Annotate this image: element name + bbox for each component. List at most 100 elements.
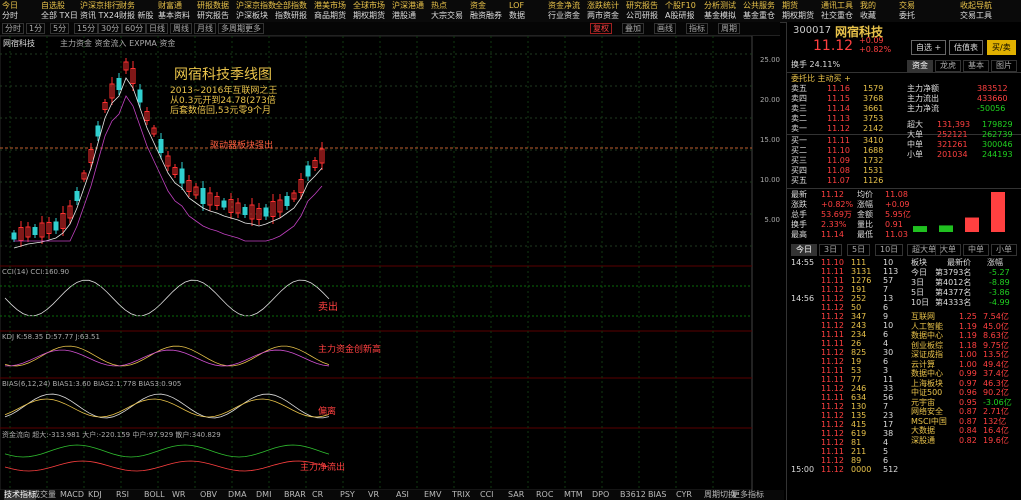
indicator-tab[interactable]: OBV xyxy=(200,490,217,500)
menu-item[interactable]: 沪深京指数 沪深板块 xyxy=(236,1,278,21)
sector-row[interactable]: 深证成指 1.00 13.5亿 xyxy=(787,350,1021,360)
period-tab[interactable]: 月线 xyxy=(194,23,216,34)
menu-item[interactable]: 研究报告 公司研报 xyxy=(626,1,668,21)
period-tab[interactable]: 5分 xyxy=(50,23,70,34)
menu-item[interactable]: 财务 财报 新股 xyxy=(119,1,161,21)
menu-item[interactable]: 今日 分时 xyxy=(2,1,44,21)
menu-item[interactable]: 我的 收藏 xyxy=(860,1,902,21)
chart-tool-button[interactable]: 周期 xyxy=(718,23,740,34)
sector-row[interactable]: MSCI中国 0.87 132亿 xyxy=(787,417,1021,427)
sector-row[interactable]: 大数据 0.84 16.4亿 xyxy=(787,426,1021,436)
add-watchlist-button[interactable]: 自选 + xyxy=(911,40,947,55)
period-tab[interactable]: 30分 xyxy=(98,23,123,34)
sector-row[interactable]: 数据中心 0.99 37.4亿 xyxy=(787,369,1021,379)
period-tab-right[interactable]: 3日 xyxy=(819,244,843,256)
indicator-tab[interactable]: MTM xyxy=(564,490,583,500)
indicator-tab[interactable]: RSI xyxy=(116,490,129,500)
indicator-tab[interactable]: CYR xyxy=(676,490,692,500)
indicator-tab[interactable]: DPO xyxy=(592,490,609,500)
sector-row[interactable]: 元宇宙 0.95 -3.06亿 xyxy=(787,398,1021,408)
bucket-tab[interactable]: 小单 xyxy=(991,244,1017,256)
chart-area[interactable]: 网宿科技 主力资金 资金流入 EXPMA 资金 网宿科技季线图 2013~201… xyxy=(0,36,784,490)
menu-item[interactable]: 沪深京排行 资讯 TX24 xyxy=(80,1,122,21)
chart-toolbar: 分时 1分 5分 15分 30分 60分 日线 周线 月线 多周期 更多 复权 叠加 画线 指标 周期 xyxy=(0,22,780,36)
period-tab[interactable]: 15分 xyxy=(74,23,99,34)
chart-tool-button[interactable]: 指标 xyxy=(686,23,708,34)
indicator-tab[interactable]: 更多指标 xyxy=(732,490,764,500)
indicator-tab[interactable]: CR xyxy=(312,490,323,500)
price-tick: 20.00 xyxy=(759,96,780,104)
sector-row[interactable]: 深股通 0.82 19.6亿 xyxy=(787,436,1021,446)
indicator-tab[interactable]: WR xyxy=(172,490,185,500)
valuation-button[interactable]: 估值表 xyxy=(949,40,983,55)
period-tab[interactable]: 更多 xyxy=(242,23,264,34)
period-tab-right[interactable]: 5日 xyxy=(847,244,871,256)
menu-item[interactable]: 分析测试 基金模拟 xyxy=(704,1,746,21)
indicator-tab[interactable]: EMV xyxy=(424,490,441,500)
sector-row[interactable]: 云计算 1.00 49.4亿 xyxy=(787,360,1021,370)
buy-level[interactable]: 买五 11.07 1126 xyxy=(787,176,1021,186)
menu-item[interactable]: 财富通 基本资料 xyxy=(158,1,200,21)
menu-item[interactable]: 资金净流 行业资金 xyxy=(548,1,590,21)
indicator-tab[interactable]: TRIX xyxy=(452,490,470,500)
period-tab[interactable]: 日线 xyxy=(146,23,168,34)
menu-item[interactable]: LOF 数据 xyxy=(509,1,551,21)
chart-tool-button[interactable]: 复权 xyxy=(590,23,612,34)
indicator-tab[interactable]: B3612 xyxy=(620,490,646,500)
period-tab-right[interactable]: 10日 xyxy=(875,244,904,256)
indicator-tab[interactable]: BOLL xyxy=(144,490,165,500)
bucket-tab[interactable]: 大单 xyxy=(935,244,961,256)
indicator-tab[interactable]: PSY xyxy=(340,490,355,500)
menu-item[interactable]: 自选股 全部 TX日 xyxy=(41,1,83,21)
menu-item[interactable]: 全部指数 指数研报 xyxy=(275,1,317,21)
menu-item[interactable]: 交易 委托 xyxy=(899,1,941,21)
flow-item: 主力净额 383512 xyxy=(907,84,1008,93)
period-tab[interactable]: 分时 xyxy=(2,23,24,34)
period-tab-right[interactable]: 今日 xyxy=(791,244,817,256)
buy-level[interactable]: 买四 11.08 1531 xyxy=(787,166,1021,176)
chart-tool-button[interactable]: 叠加 xyxy=(622,23,644,34)
sector-row[interactable]: 数据中心 1.19 8.63亿 xyxy=(787,331,1021,341)
menu-item[interactable]: 资金 融资融券 xyxy=(470,1,512,21)
quote-tab[interactable]: 龙虎 xyxy=(935,60,961,72)
quote-tab[interactable]: 基本 xyxy=(963,60,989,72)
sector-row[interactable]: 中证500 0.96 90.2亿 xyxy=(787,388,1021,398)
period-tab[interactable]: 1分 xyxy=(26,23,46,34)
indicator-tab[interactable]: MACD xyxy=(60,490,84,500)
bucket-tab[interactable]: 中单 xyxy=(963,244,989,256)
chart-tool-button[interactable]: 画线 xyxy=(654,23,676,34)
sector-row[interactable]: 互联网 1.25 7.54亿 xyxy=(787,312,1021,322)
indicator-tab[interactable]: SAR xyxy=(508,490,524,500)
sector-row[interactable]: 网络安全 0.87 2.71亿 xyxy=(787,407,1021,417)
indicator-tab[interactable]: BRAR xyxy=(284,490,306,500)
menu-item[interactable]: 公共服务 基金重仓 xyxy=(743,1,785,21)
indicator-tab[interactable]: ROC xyxy=(536,490,553,500)
menu-item[interactable]: 涨跌统计 两市资金 xyxy=(587,1,629,21)
indicator-tab[interactable]: CCI xyxy=(480,490,494,500)
sector-row[interactable]: 上海板块 0.97 46.3亿 xyxy=(787,379,1021,389)
menu-item[interactable]: 通讯工具 社交重仓 xyxy=(821,1,863,21)
menu-item[interactable]: 全球市场 期权期货 xyxy=(353,1,395,21)
indicator-tab[interactable]: KDJ xyxy=(88,490,102,500)
trade-button[interactable]: 买/卖 xyxy=(987,40,1016,55)
indicator-tab[interactable]: BIAS xyxy=(648,490,666,500)
menu-item[interactable]: 个股F10 A股研报 xyxy=(665,1,707,21)
period-tab[interactable]: 60分 xyxy=(122,23,147,34)
price-tick: 15.00 xyxy=(759,136,780,144)
period-tab[interactable]: 周线 xyxy=(170,23,192,34)
quote-tab[interactable]: 图片 xyxy=(991,60,1017,72)
indicator-tab[interactable]: ASI xyxy=(396,490,409,500)
menu-item[interactable]: 期货 期权期货 xyxy=(782,1,824,21)
menu-item[interactable]: 研报数据 研究报告 xyxy=(197,1,239,21)
menu-right[interactable]: 收起导航 交易工具 xyxy=(960,1,1020,21)
indicator-tab[interactable]: VR xyxy=(368,490,379,500)
sector-row[interactable]: 人工智能 1.19 45.0亿 xyxy=(787,322,1021,332)
indicator-tab[interactable]: DMI xyxy=(256,490,271,500)
quote-tab[interactable]: 资金 xyxy=(907,60,933,72)
indicator-tab[interactable]: DMA xyxy=(228,490,247,500)
menu-item[interactable]: 热点 大宗交易 xyxy=(431,1,473,21)
menu-item[interactable]: 沪深港通 港股通 xyxy=(392,1,434,21)
indicator-tab[interactable]: 成交量 xyxy=(32,490,56,500)
menu-item[interactable]: 港美市场 商品期货 xyxy=(314,1,356,21)
sector-row[interactable]: 创业板综 1.18 9.75亿 xyxy=(787,341,1021,351)
